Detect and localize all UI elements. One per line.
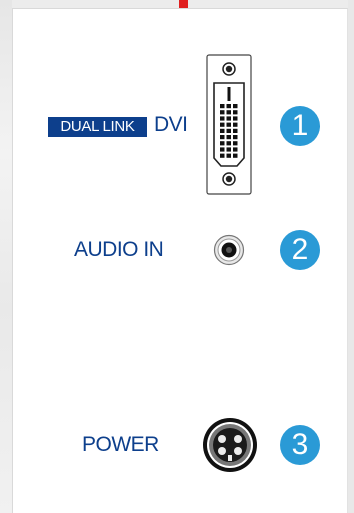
dvi-label: DVI [154, 113, 188, 136]
number-badge-2: 2 [280, 230, 320, 270]
dual-link-badge: DUAL LINK [48, 117, 147, 137]
number-badge-1: 1 [280, 106, 320, 146]
number-badge-3: 3 [280, 425, 320, 465]
dvi-connector-icon [206, 54, 252, 200]
audio-jack-icon [213, 234, 245, 271]
power-din-connector-icon [202, 417, 258, 478]
background-edge-left [0, 0, 12, 513]
audio-in-label: AUDIO IN [74, 238, 164, 261]
background-edge-right [348, 0, 354, 513]
power-label: POWER [82, 433, 159, 456]
